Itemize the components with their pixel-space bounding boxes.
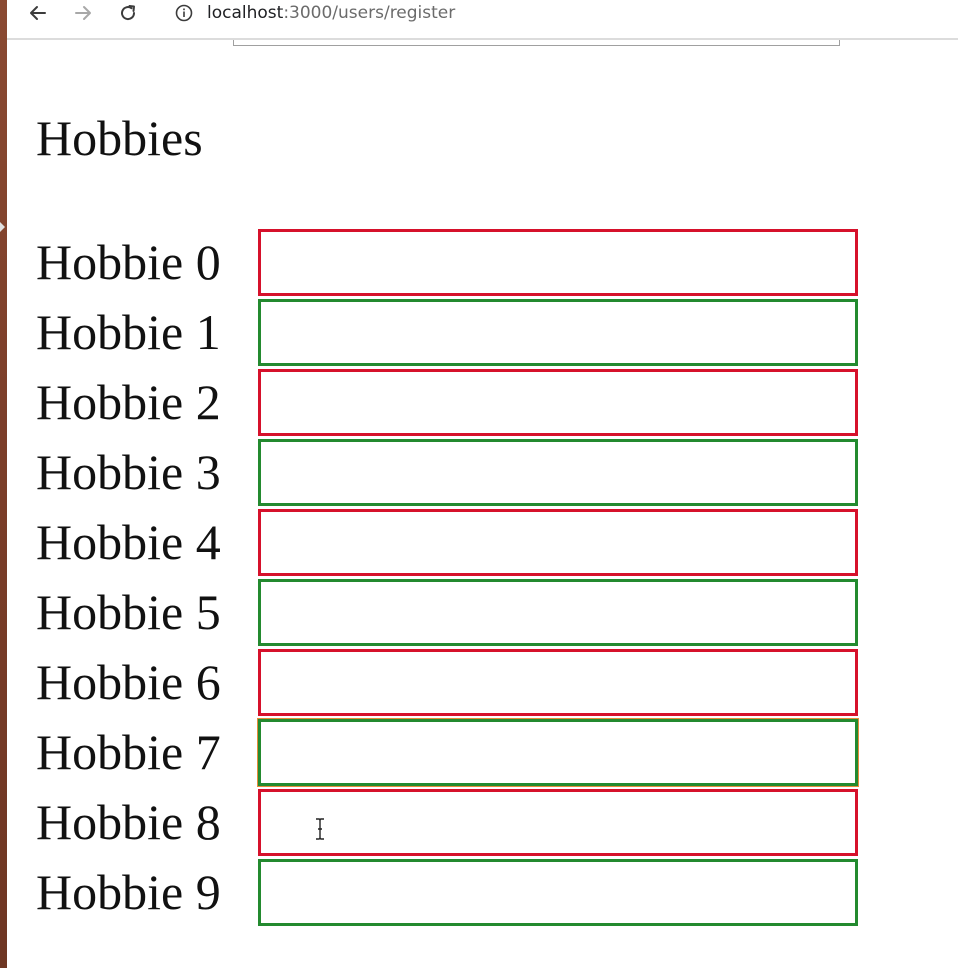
reload-icon[interactable] bbox=[115, 0, 141, 26]
hobby-label: Hobbie 1 bbox=[36, 304, 221, 360]
hobby-input[interactable] bbox=[258, 369, 858, 436]
hobby-row: Hobbie 0 bbox=[36, 229, 866, 299]
url-path: :3000/users/register bbox=[283, 3, 456, 23]
forward-arrow-icon[interactable] bbox=[70, 0, 96, 26]
sidebar-handle-icon bbox=[0, 222, 5, 232]
hobby-row: Hobbie 7 bbox=[36, 719, 866, 789]
hobby-row: Hobbie 1 bbox=[36, 299, 866, 369]
hobby-input[interactable] bbox=[258, 789, 858, 856]
hobby-input[interactable] bbox=[258, 229, 858, 296]
hobby-input[interactable] bbox=[258, 579, 858, 646]
hobby-row: Hobbie 8 bbox=[36, 789, 866, 859]
hobby-label: Hobbie 7 bbox=[36, 724, 221, 780]
hobby-row: Hobbie 5 bbox=[36, 579, 866, 649]
hobby-label: Hobbie 8 bbox=[36, 794, 221, 850]
hobby-input[interactable] bbox=[258, 509, 858, 576]
hobby-input[interactable] bbox=[258, 299, 858, 366]
address-bar[interactable]: localhost:3000/users/register bbox=[175, 0, 455, 26]
previous-input-field[interactable] bbox=[233, 40, 840, 46]
hobby-row: Hobbie 2 bbox=[36, 369, 866, 439]
back-arrow-icon[interactable] bbox=[25, 0, 51, 26]
desktop-edge bbox=[0, 0, 7, 968]
hobby-label: Hobbie 2 bbox=[36, 374, 221, 430]
hobbies-list: Hobbie 0 Hobbie 1 Hobbie 2 Hobbie 3 Hobbie 4… bbox=[36, 229, 866, 929]
hobby-label: Hobbie 3 bbox=[36, 444, 221, 500]
hobby-input[interactable] bbox=[258, 439, 858, 506]
hobby-row: Hobbie 4 bbox=[36, 509, 866, 579]
info-icon[interactable] bbox=[175, 4, 193, 22]
hobby-input[interactable] bbox=[258, 859, 858, 926]
hobby-label: Hobbie 6 bbox=[36, 654, 221, 710]
hobby-label: Hobbie 5 bbox=[36, 584, 221, 640]
url-host: localhost bbox=[207, 3, 284, 23]
hobby-label: Hobbie 9 bbox=[36, 864, 221, 920]
hobby-row: Hobbie 6 bbox=[36, 649, 866, 719]
hobby-row: Hobbie 9 bbox=[36, 859, 866, 929]
hobby-row: Hobbie 3 bbox=[36, 439, 866, 509]
hobby-input[interactable] bbox=[258, 649, 858, 716]
hobby-input[interactable] bbox=[258, 719, 858, 786]
hobbies-section-title: Hobbies bbox=[36, 110, 203, 166]
hobby-label: Hobbie 4 bbox=[36, 514, 221, 570]
browser-toolbar: localhost:3000/users/register bbox=[7, 0, 958, 26]
hobby-label: Hobbie 0 bbox=[36, 234, 221, 290]
